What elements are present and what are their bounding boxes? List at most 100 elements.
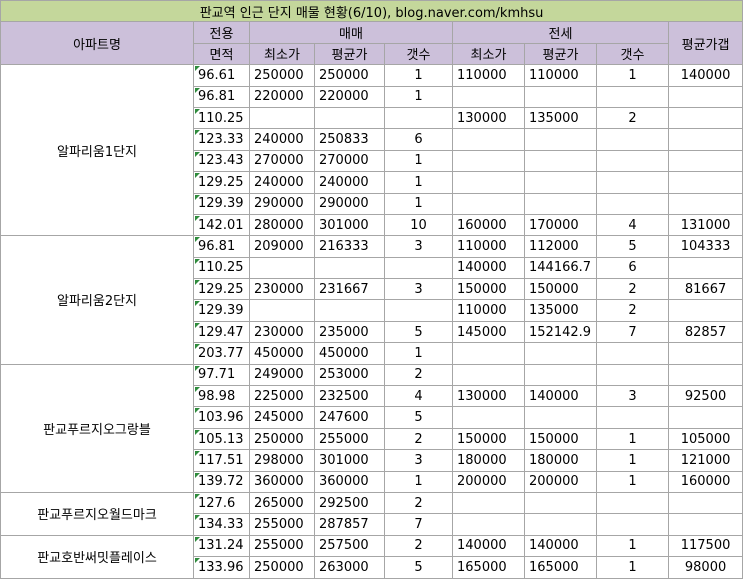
sale-count-cell[interactable]: 10 <box>384 213 453 237</box>
header-sale-count[interactable]: 갯수 <box>384 42 453 66</box>
jeonse-count-cell[interactable] <box>596 128 669 151</box>
sale-avg-cell[interactable]: 255000 <box>314 427 385 451</box>
area-cell[interactable]: 98.98 <box>193 385 250 408</box>
jeonse-count-cell[interactable]: 6 <box>596 256 669 280</box>
gap-cell[interactable] <box>667 192 743 215</box>
area-cell[interactable]: 139.72 <box>193 470 250 493</box>
jeonse-min-cell[interactable] <box>452 192 525 215</box>
sale-avg-cell[interactable]: 301000 <box>314 213 385 237</box>
sale-avg-cell[interactable]: 220000 <box>314 85 385 108</box>
area-cell[interactable]: 134.33 <box>193 513 250 536</box>
sale-count-cell[interactable]: 7 <box>384 513 453 536</box>
sale-count-cell[interactable]: 1 <box>384 85 453 108</box>
area-cell[interactable]: 103.96 <box>193 406 250 429</box>
sale-avg-cell[interactable]: 253000 <box>314 363 385 387</box>
gap-cell[interactable] <box>667 342 743 365</box>
jeonse-avg-cell[interactable]: 150000 <box>524 427 597 451</box>
jeonse-min-cell[interactable]: 140000 <box>452 256 525 280</box>
jeonse-avg-cell[interactable] <box>524 342 597 365</box>
sale-min-cell[interactable] <box>249 299 315 322</box>
sale-avg-cell[interactable]: 235000 <box>314 320 385 344</box>
gap-cell[interactable]: 121000 <box>667 449 743 472</box>
jeonse-avg-cell[interactable]: 135000 <box>524 299 597 322</box>
jeonse-count-cell[interactable]: 1 <box>596 64 669 87</box>
gap-cell[interactable]: 105000 <box>667 427 743 451</box>
sale-avg-cell[interactable]: 231667 <box>314 278 385 301</box>
gap-cell[interactable] <box>667 106 743 130</box>
sale-count-cell[interactable]: 2 <box>384 534 453 558</box>
sale-avg-cell[interactable]: 250000 <box>314 64 385 87</box>
jeonse-count-cell[interactable]: 1 <box>596 556 669 579</box>
jeonse-count-cell[interactable]: 1 <box>596 449 669 472</box>
area-cell[interactable]: 105.13 <box>193 427 250 451</box>
jeonse-avg-cell[interactable] <box>524 192 597 215</box>
jeonse-count-cell[interactable]: 2 <box>596 278 669 301</box>
sale-min-cell[interactable]: 250000 <box>249 556 315 579</box>
jeonse-avg-cell[interactable]: 135000 <box>524 106 597 130</box>
header-area-bottom[interactable]: 면적 <box>193 42 250 66</box>
jeonse-min-cell[interactable]: 160000 <box>452 213 525 237</box>
sale-min-cell[interactable]: 290000 <box>249 192 315 215</box>
sale-min-cell[interactable]: 249000 <box>249 363 315 387</box>
jeonse-min-cell[interactable]: 200000 <box>452 470 525 493</box>
gap-cell[interactable]: 131000 <box>667 213 743 237</box>
jeonse-avg-cell[interactable] <box>524 85 597 108</box>
jeonse-min-cell[interactable] <box>452 491 525 515</box>
sale-min-cell[interactable]: 220000 <box>249 85 315 108</box>
gap-cell[interactable]: 140000 <box>667 64 743 87</box>
sale-count-cell[interactable]: 3 <box>384 235 453 258</box>
sale-count-cell[interactable] <box>384 106 453 130</box>
sale-count-cell[interactable]: 1 <box>384 149 453 173</box>
sale-avg-cell[interactable]: 290000 <box>314 192 385 215</box>
sale-avg-cell[interactable]: 301000 <box>314 449 385 472</box>
jeonse-min-cell[interactable]: 150000 <box>452 278 525 301</box>
area-cell[interactable]: 127.6 <box>193 491 250 515</box>
header-gap[interactable]: 평균가갭 <box>667 21 743 66</box>
jeonse-count-cell[interactable]: 2 <box>596 106 669 130</box>
area-cell[interactable]: 133.96 <box>193 556 250 579</box>
sale-count-cell[interactable]: 3 <box>384 449 453 472</box>
sale-min-cell[interactable]: 450000 <box>249 342 315 365</box>
sale-min-cell[interactable]: 250000 <box>249 427 315 451</box>
sale-avg-cell[interactable]: 450000 <box>314 342 385 365</box>
jeonse-count-cell[interactable]: 2 <box>596 299 669 322</box>
area-cell[interactable]: 96.61 <box>193 64 250 87</box>
header-sale[interactable]: 매매 <box>249 21 453 44</box>
header-jeonse[interactable]: 전세 <box>452 21 669 44</box>
apt-name-cell[interactable]: 판교푸르지오월드마크 <box>0 491 194 536</box>
jeonse-avg-cell[interactable]: 152142.9 <box>524 320 597 344</box>
area-cell[interactable]: 203.77 <box>193 342 250 365</box>
area-cell[interactable]: 129.39 <box>193 192 250 215</box>
jeonse-min-cell[interactable]: 145000 <box>452 320 525 344</box>
sale-avg-cell[interactable]: 250833 <box>314 128 385 151</box>
jeonse-avg-cell[interactable] <box>524 171 597 194</box>
area-cell[interactable]: 96.81 <box>193 235 250 258</box>
jeonse-count-cell[interactable] <box>596 342 669 365</box>
jeonse-count-cell[interactable]: 4 <box>596 213 669 237</box>
gap-cell[interactable]: 92500 <box>667 385 743 408</box>
gap-cell[interactable]: 82857 <box>667 320 743 344</box>
sale-count-cell[interactable] <box>384 299 453 322</box>
jeonse-min-cell[interactable]: 110000 <box>452 64 525 87</box>
gap-cell[interactable] <box>667 149 743 173</box>
header-apt-name[interactable]: 아파트명 <box>0 21 194 66</box>
sale-min-cell[interactable]: 250000 <box>249 64 315 87</box>
area-cell[interactable]: 123.43 <box>193 149 250 173</box>
area-cell[interactable]: 110.25 <box>193 106 250 130</box>
jeonse-avg-cell[interactable] <box>524 149 597 173</box>
sale-avg-cell[interactable]: 232500 <box>314 385 385 408</box>
jeonse-count-cell[interactable] <box>596 491 669 515</box>
jeonse-count-cell[interactable] <box>596 85 669 108</box>
area-cell[interactable]: 129.39 <box>193 299 250 322</box>
sale-avg-cell[interactable]: 247600 <box>314 406 385 429</box>
sale-avg-cell[interactable]: 240000 <box>314 171 385 194</box>
jeonse-min-cell[interactable] <box>452 85 525 108</box>
area-cell[interactable]: 142.01 <box>193 213 250 237</box>
sale-count-cell[interactable]: 5 <box>384 556 453 579</box>
area-cell[interactable]: 110.25 <box>193 256 250 280</box>
jeonse-avg-cell[interactable] <box>524 128 597 151</box>
sale-min-cell[interactable]: 298000 <box>249 449 315 472</box>
jeonse-avg-cell[interactable] <box>524 491 597 515</box>
jeonse-count-cell[interactable]: 3 <box>596 385 669 408</box>
jeonse-avg-cell[interactable]: 165000 <box>524 556 597 579</box>
